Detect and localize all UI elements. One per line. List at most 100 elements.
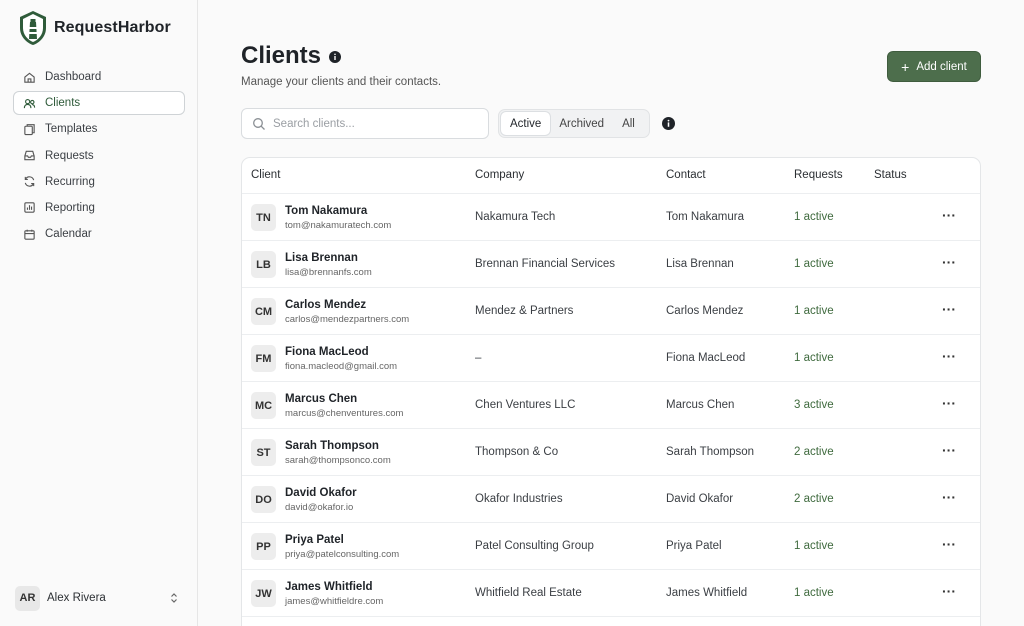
column-header-client[interactable]: Client — [251, 169, 280, 181]
requests-cell[interactable]: 1 active — [794, 305, 834, 317]
client-email: fiona.macleod@gmail.com — [285, 361, 398, 372]
table-row[interactable]: ST Sarah Thompson sarah@thompsonco.com Thom… — [242, 429, 980, 476]
client-name[interactable]: Fiona MacLeod — [285, 346, 369, 358]
table-row[interactable]: TN Tom Nakamura tom@nakamuratech.com Nakamu… — [242, 194, 980, 241]
table-row[interactable]: LB Lisa Brennan lisa@brennanfs.com Brennan … — [242, 241, 980, 288]
contact-cell: Carlos Mendez — [666, 305, 744, 317]
sidebar-item-label: Recurring — [45, 175, 95, 188]
table-body: TN Tom Nakamura tom@nakamuratech.com Nakamu… — [242, 194, 980, 617]
more-actions-icon[interactable]: ··· — [942, 443, 958, 457]
client-email: priya@patelconsulting.com — [285, 549, 400, 560]
client-name[interactable]: Priya Patel — [285, 534, 344, 546]
more-actions-icon[interactable]: ··· — [942, 349, 958, 363]
column-header-company[interactable]: Company — [475, 169, 524, 181]
avatar: AR — [15, 585, 40, 611]
sidebar: RequestHarbor Dashboard Clients Template… — [0, 0, 198, 626]
filter-all[interactable]: All — [613, 112, 644, 135]
refresh-icon — [23, 175, 36, 188]
sidebar-item-reporting[interactable]: Reporting — [13, 196, 185, 220]
sidebar-item-label: Requests — [45, 149, 94, 162]
info-icon[interactable] — [662, 117, 675, 130]
sidebar-item-requests[interactable]: Requests — [13, 144, 185, 168]
main-content: Clients Manage your clients and their co… — [199, 0, 1024, 626]
more-actions-icon[interactable]: ··· — [942, 255, 958, 269]
user-name: Alex Rivera — [47, 592, 106, 604]
client-email: david@okafor.io — [285, 502, 354, 513]
table-row[interactable]: FM Fiona MacLeod fiona.macleod@gmail.com – F… — [242, 335, 980, 382]
table-row[interactable]: JW James Whitfield james@whitfieldre.com Wh… — [242, 570, 980, 617]
filter-archived[interactable]: Archived — [550, 112, 613, 135]
add-client-button[interactable]: + Add client — [887, 51, 981, 82]
column-header-status[interactable]: Status — [874, 169, 907, 181]
company-cell: Okafor Industries — [475, 493, 563, 505]
requests-cell[interactable]: 1 active — [794, 258, 834, 270]
sidebar-item-calendar[interactable]: Calendar — [13, 222, 185, 246]
company-cell: Patel Consulting Group — [475, 540, 594, 552]
more-actions-icon[interactable]: ··· — [942, 584, 958, 598]
company-cell: Whitfield Real Estate — [475, 587, 582, 599]
requests-cell[interactable]: 1 active — [794, 587, 834, 599]
avatar: CM — [251, 298, 276, 325]
brand[interactable]: RequestHarbor — [18, 10, 171, 46]
more-actions-icon[interactable]: ··· — [942, 396, 958, 410]
clients-table: Client Company Contact Requests Status T… — [241, 157, 981, 626]
sidebar-item-templates[interactable]: Templates — [13, 117, 185, 141]
more-actions-icon[interactable]: ··· — [942, 208, 958, 222]
avatar: ST — [251, 439, 276, 466]
company-cell: Chen Ventures LLC — [475, 399, 576, 411]
requests-cell[interactable]: 1 active — [794, 352, 834, 364]
calendar-icon — [23, 228, 36, 241]
table-row[interactable]: MC Marcus Chen marcus@chenventures.com Chen… — [242, 382, 980, 429]
requests-cell[interactable]: 1 active — [794, 540, 834, 552]
client-email: james@whitfieldre.com — [285, 596, 384, 607]
table-row[interactable]: CM Carlos Mendez carlos@mendezpartners.com… — [242, 288, 980, 335]
avatar: DO — [251, 486, 276, 513]
client-name[interactable]: David Okafor — [285, 487, 357, 499]
contact-cell: Sarah Thompson — [666, 446, 755, 458]
sidebar-item-clients[interactable]: Clients — [13, 91, 185, 116]
client-name[interactable]: Carlos Mendez — [285, 299, 366, 311]
requests-cell[interactable]: 2 active — [794, 493, 834, 505]
more-actions-icon[interactable]: ··· — [942, 490, 958, 504]
client-name[interactable]: Tom Nakamura — [285, 205, 367, 217]
avatar: MC — [251, 392, 276, 419]
search-box[interactable] — [241, 108, 489, 139]
client-name[interactable]: James Whitfield — [285, 581, 373, 593]
column-header-requests[interactable]: Requests — [794, 169, 843, 181]
more-actions-icon[interactable]: ··· — [942, 302, 958, 316]
table-row[interactable]: PP Priya Patel priya@patelconsulting.com Pa… — [242, 523, 980, 570]
user-menu[interactable]: AR Alex Rivera — [15, 585, 180, 611]
sidebar-nav: Dashboard Clients Templates Requests Rec… — [13, 65, 185, 248]
lighthouse-logo — [20, 11, 46, 45]
search-input[interactable] — [273, 117, 473, 130]
requests-cell[interactable]: 3 active — [794, 399, 834, 411]
requests-cell[interactable]: 1 active — [794, 211, 834, 223]
requests-cell[interactable]: 2 active — [794, 446, 834, 458]
avatar: LB — [251, 251, 276, 278]
contact-cell: Lisa Brennan — [666, 258, 734, 270]
filter-active[interactable]: Active — [501, 112, 551, 135]
chart-icon — [23, 201, 36, 214]
contact-cell: Marcus Chen — [666, 399, 735, 411]
column-header-contact[interactable]: Contact — [666, 169, 706, 181]
sidebar-item-label: Reporting — [45, 201, 95, 214]
table-row[interactable]: DO David Okafor david@okafor.io Okafor Indu… — [242, 476, 980, 523]
client-name[interactable]: Marcus Chen — [285, 393, 357, 405]
company-cell: Brennan Financial Services — [475, 258, 615, 270]
contact-cell: Priya Patel — [666, 540, 722, 552]
client-name[interactable]: Lisa Brennan — [285, 252, 358, 264]
client-email: carlos@mendezpartners.com — [285, 314, 410, 325]
add-client-label: Add client — [916, 60, 967, 73]
sidebar-item-dashboard[interactable]: Dashboard — [13, 65, 185, 89]
brand-name: RequestHarbor — [54, 19, 171, 36]
plus-icon: + — [901, 58, 910, 75]
avatar: JW — [251, 580, 276, 607]
company-cell: – — [475, 352, 482, 364]
contact-cell: David Okafor — [666, 493, 734, 505]
info-icon[interactable] — [329, 51, 341, 63]
search-icon — [253, 117, 265, 130]
page-subtitle: Manage your clients and their contacts. — [241, 76, 442, 88]
sidebar-item-recurring[interactable]: Recurring — [13, 170, 185, 194]
more-actions-icon[interactable]: ··· — [942, 537, 958, 551]
client-name[interactable]: Sarah Thompson — [285, 440, 379, 452]
